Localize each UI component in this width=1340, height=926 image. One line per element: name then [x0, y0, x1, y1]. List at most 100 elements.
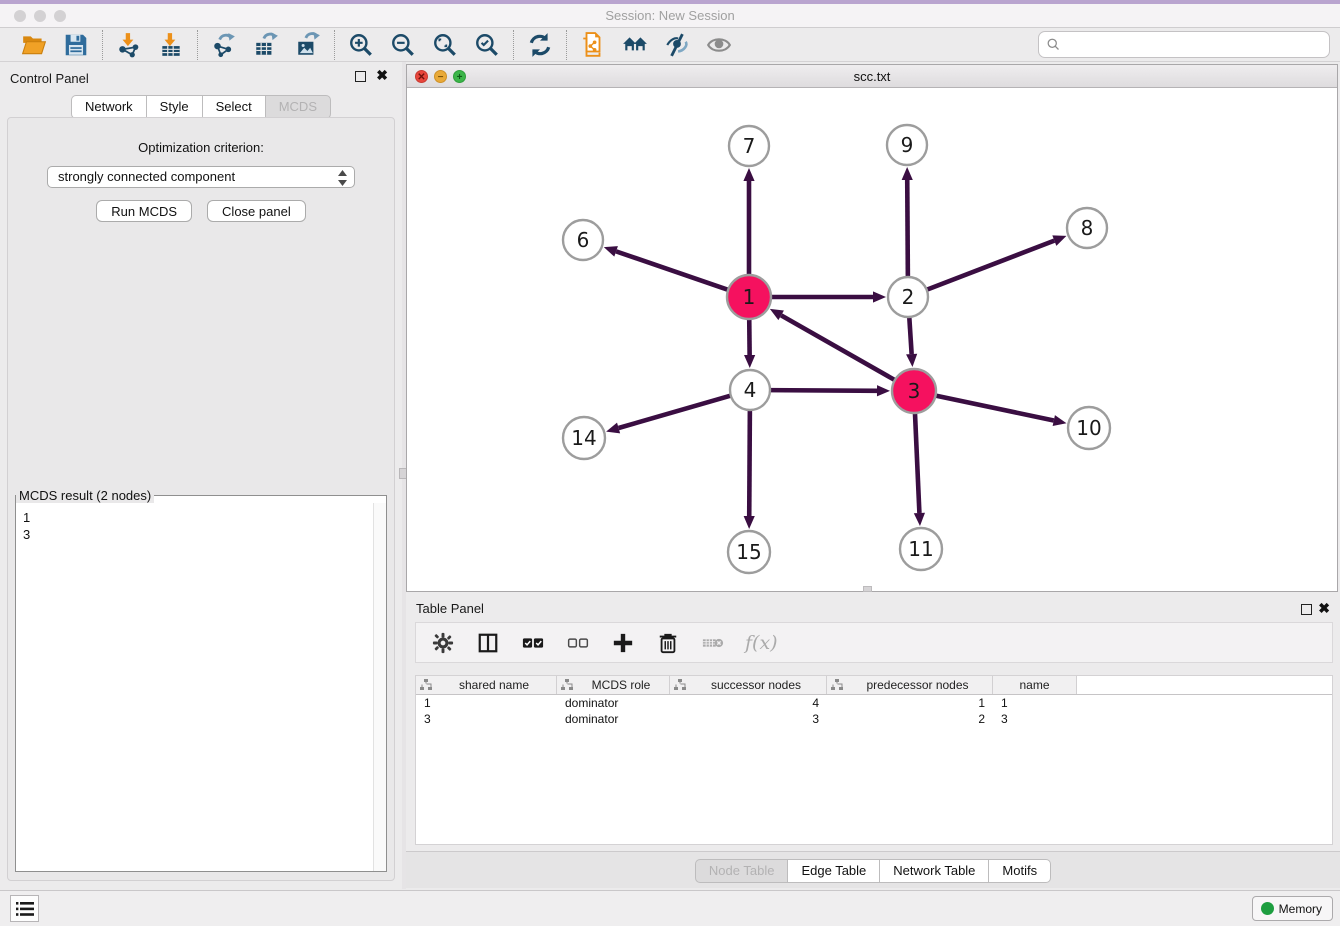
cell-shared-name[interactable]: 1 [416, 695, 557, 711]
export-table-icon[interactable] [253, 32, 279, 58]
delete-column-icon[interactable] [700, 630, 726, 656]
column-header-successor-nodes[interactable]: successor nodes [670, 676, 827, 694]
cell-successor-nodes[interactable]: 3 [670, 711, 827, 727]
edge-4-3[interactable] [769, 390, 877, 391]
node-label-8: 8 [1081, 216, 1094, 240]
export-network-icon[interactable] [211, 32, 237, 58]
result-scrollbar[interactable] [373, 503, 386, 871]
zoom-selected-icon[interactable] [474, 32, 500, 58]
float-table-panel-icon[interactable] [1301, 604, 1312, 615]
tab-mcds[interactable]: MCDS [265, 95, 331, 119]
search-box[interactable] [1038, 31, 1330, 58]
home-icon[interactable] [622, 32, 648, 58]
list-icon [16, 901, 34, 917]
node-label-15: 15 [736, 540, 761, 564]
arrowhead-4-15 [744, 516, 755, 529]
table-header-row: shared nameMCDS rolesuccessor nodesprede… [416, 676, 1332, 695]
open-session-icon[interactable] [21, 32, 47, 58]
network-window-titlebar[interactable]: ✕ − + scc.txt [407, 65, 1337, 88]
cell-name[interactable]: 3 [993, 711, 1077, 727]
column-header-shared-name[interactable]: shared name [416, 676, 557, 694]
cell-predecessor-nodes[interactable]: 2 [827, 711, 993, 727]
edge-3-10[interactable] [935, 395, 1054, 420]
tab-network[interactable]: Network [71, 95, 146, 119]
save-session-icon[interactable] [63, 32, 89, 58]
delete-rows-icon[interactable] [655, 630, 681, 656]
column-header-name[interactable]: name [993, 676, 1077, 694]
float-panel-icon[interactable] [355, 71, 366, 82]
edge-4-15[interactable] [749, 409, 750, 516]
table-body: 1dominator4113dominator323 [416, 695, 1332, 727]
arrowhead-2-3 [906, 354, 917, 367]
tab-network-table[interactable]: Network Table [879, 859, 988, 883]
edge-4-14[interactable] [619, 395, 732, 428]
edge-2-3[interactable] [909, 316, 911, 354]
network-graph[interactable]: 1234678910111415 [407, 88, 1337, 591]
table-row[interactable]: 1dominator411 [416, 695, 1332, 711]
show-all-icon[interactable] [706, 32, 732, 58]
new-network-from-selection-icon[interactable] [580, 32, 606, 58]
close-panel-button[interactable]: Close panel [207, 200, 306, 222]
table-row[interactable]: 3dominator323 [416, 711, 1332, 727]
cell-name[interactable]: 1 [993, 695, 1077, 711]
main-toolbar [0, 28, 1340, 62]
network-window-title: scc.txt [407, 69, 1337, 84]
close-panel-icon[interactable]: ✖ [376, 68, 388, 82]
table-settings-icon[interactable] [430, 630, 456, 656]
task-history-button[interactable] [10, 895, 39, 922]
tab-node-table[interactable]: Node Table [695, 859, 788, 883]
network-canvas[interactable]: 1234678910111415 [407, 88, 1337, 591]
cell-predecessor-nodes[interactable]: 1 [827, 695, 993, 711]
run-mcds-button[interactable]: Run MCDS [96, 200, 192, 222]
network-splitter-handle[interactable] [863, 586, 872, 592]
cell-successor-nodes[interactable]: 4 [670, 695, 827, 711]
cell-shared-name[interactable]: 3 [416, 711, 557, 727]
function-builder-icon[interactable]: f(x) [745, 632, 778, 654]
control-panel-tabs: NetworkStyleSelectMCDS [0, 95, 402, 119]
tab-select[interactable]: Select [202, 95, 265, 119]
edge-2-9[interactable] [907, 180, 908, 278]
zoom-in-icon[interactable] [348, 32, 374, 58]
table-tabs-strip: Node TableEdge TableNetwork TableMotifs [406, 851, 1340, 888]
mcds-result-list: 13 [16, 505, 373, 871]
node-label-2: 2 [902, 285, 915, 309]
cell-mcds-role[interactable]: dominator [557, 695, 670, 711]
memory-button[interactable]: Memory [1252, 896, 1333, 921]
column-header-mcds-role[interactable]: MCDS role [557, 676, 670, 694]
deselect-all-icon[interactable] [565, 630, 591, 656]
close-table-panel-icon[interactable]: ✖ [1318, 601, 1330, 615]
control-panel-title: Control Panel [10, 71, 89, 86]
search-input[interactable] [1061, 35, 1329, 55]
dropdown-stepper-icon [337, 170, 348, 186]
hide-selected-icon[interactable] [664, 32, 690, 58]
memory-status-icon [1261, 902, 1274, 915]
tab-edge-table[interactable]: Edge Table [787, 859, 879, 883]
table-tabs: Node TableEdge TableNetwork TableMotifs [406, 859, 1340, 883]
edge-3-11[interactable] [915, 412, 919, 513]
edge-3-1[interactable] [781, 315, 896, 380]
node-label-1: 1 [743, 285, 756, 309]
column-header-predecessor-nodes[interactable]: predecessor nodes [827, 676, 993, 694]
criterion-dropdown[interactable]: strongly connected component [47, 166, 355, 188]
titlebar: Session: New Session [0, 4, 1340, 28]
export-image-icon[interactable] [295, 32, 321, 58]
select-all-icon[interactable] [520, 630, 546, 656]
tab-motifs[interactable]: Motifs [988, 859, 1051, 883]
control-panel: Control Panel ✖ NetworkStyleSelectMCDS O… [0, 62, 402, 889]
import-network-icon[interactable] [116, 32, 142, 58]
mcds-result-legend: MCDS result (2 nodes) [16, 488, 154, 503]
apply-layout-icon[interactable] [527, 32, 553, 58]
cell-mcds-role[interactable]: dominator [557, 711, 670, 727]
tab-style[interactable]: Style [146, 95, 202, 119]
mcds-result-line: 3 [23, 526, 373, 543]
zoom-fit-icon[interactable] [432, 32, 458, 58]
zoom-out-icon[interactable] [390, 32, 416, 58]
arrowhead-1-6 [604, 246, 618, 257]
add-row-icon[interactable] [610, 630, 636, 656]
arrowhead-3-11 [914, 513, 925, 526]
edge-2-8[interactable] [926, 241, 1055, 291]
edge-1-6[interactable] [616, 251, 729, 290]
import-table-icon[interactable] [158, 32, 184, 58]
network-view-window: ✕ − + scc.txt 1234678910111415 [406, 64, 1338, 592]
show-columns-icon[interactable] [475, 630, 501, 656]
